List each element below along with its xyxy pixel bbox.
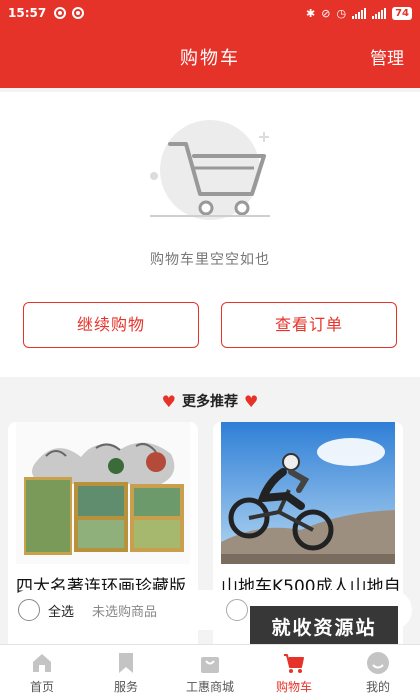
item-select-radio[interactable] (226, 599, 248, 621)
app-header: 购物车 管理 (0, 26, 420, 88)
notification-icon (54, 7, 67, 19)
page-title: 购物车 (180, 48, 240, 69)
signal-icon (372, 7, 387, 19)
shop-bag-icon (201, 657, 219, 673)
empty-cart-panel: 购物车里空空如也 继续购物 查看订单 (0, 92, 420, 377)
notification-icon (72, 7, 85, 19)
view-orders-button[interactable]: 查看订单 (221, 302, 397, 348)
home-icon (33, 654, 51, 672)
empty-cart-message: 购物车里空空如也 (150, 252, 270, 268)
nav-item-cart[interactable]: 购物车 (252, 645, 336, 700)
status-bar: 15:57 ✱ ⊘ ◷ 74 (0, 0, 420, 26)
select-hint: 未选购商品 (92, 604, 158, 620)
bottom-nav: 首页 服务 工惠商城 购物车 我的 (0, 644, 420, 700)
nav-label: 服务 (113, 680, 138, 694)
bookmark-icon (119, 653, 133, 673)
manage-button[interactable]: 管理 (370, 44, 404, 69)
cart-icon (284, 654, 304, 673)
nav-label: 购物车 (275, 680, 312, 694)
alarm-icon: ◷ (336, 6, 347, 20)
status-time: 15:57 (8, 6, 47, 20)
bluetooth-icon: ✱ (306, 6, 316, 20)
nav-item-mall[interactable]: 工惠商城 (168, 645, 252, 700)
empty-cart-icon (150, 120, 270, 220)
select-all-radio[interactable] (18, 599, 40, 621)
heart-icon: ♥ (161, 391, 176, 411)
heart-icon: ♥ (244, 391, 259, 411)
mountain-bike-image (221, 422, 395, 564)
comic-books-image (16, 422, 190, 564)
recommend-title: 更多推荐 (182, 394, 238, 410)
select-all-label[interactable]: 全选 (48, 601, 74, 620)
continue-shopping-button[interactable]: 继续购物 (23, 302, 199, 348)
nav-item-mine[interactable]: 我的 (336, 645, 420, 700)
nav-label: 工惠商城 (185, 680, 234, 694)
nav-item-service[interactable]: 服务 (84, 645, 168, 700)
mute-icon: ⊘ (321, 6, 331, 20)
nav-label: 我的 (365, 680, 390, 694)
nav-label: 首页 (29, 680, 54, 694)
nav-item-home[interactable]: 首页 (0, 645, 84, 700)
user-icon (367, 652, 389, 674)
signal-icon (352, 7, 367, 19)
recommend-heading: ♥ 更多推荐 ♥ (0, 391, 420, 411)
battery-icon: 74 (392, 6, 412, 20)
